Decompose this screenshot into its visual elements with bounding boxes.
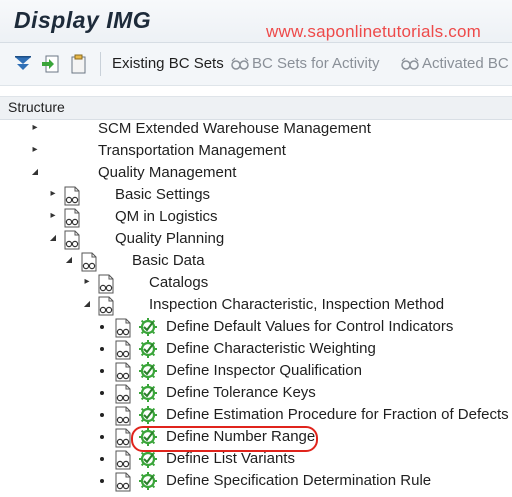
tree-node[interactable]: ◢ Quality Management xyxy=(0,162,512,184)
tree-node-label: Define List Variants xyxy=(166,450,295,467)
tree-node-label: Define Default Values for Control Indica… xyxy=(166,318,454,335)
tree-node-label: SCM Extended Warehouse Management xyxy=(98,120,371,137)
img-doc-icon[interactable] xyxy=(113,362,133,382)
page-title: Display IMG xyxy=(14,7,152,33)
existing-bc-sets-button[interactable]: Existing BC Sets xyxy=(112,55,224,72)
expand-arrow-icon[interactable]: ▸ xyxy=(30,123,40,133)
tree-node-label: Quality Planning xyxy=(115,230,225,247)
img-doc-icon[interactable] xyxy=(113,428,133,448)
img-doc-icon[interactable] xyxy=(96,296,116,316)
tree-node[interactable]: ▸ Catalogs xyxy=(0,272,512,294)
collapse-arrow-icon[interactable]: ◢ xyxy=(30,167,40,177)
execute-icon[interactable] xyxy=(138,383,158,403)
expand-arrow-icon[interactable]: ▸ xyxy=(48,211,58,221)
img-doc-icon[interactable] xyxy=(113,318,133,338)
expand-arrow-icon[interactable]: ▸ xyxy=(48,189,58,199)
leaf-bullet xyxy=(100,369,104,373)
tree-node-label: Quality Management xyxy=(98,164,237,181)
tree-node[interactable]: ◢ Inspection Characteristic, Inspection M… xyxy=(0,294,512,316)
collapse-arrow-icon[interactable]: ◢ xyxy=(82,299,92,309)
tree-node[interactable]: ◢ Basic Data xyxy=(0,250,512,272)
bc-sets-for-activity-label: BC Sets for Activity xyxy=(252,55,380,72)
tree-node[interactable]: ◢ Quality Planning xyxy=(0,228,512,250)
tree-node-label: Define Tolerance Keys xyxy=(166,384,316,401)
tree-node-label: Transportation Management xyxy=(98,142,286,159)
execute-icon[interactable] xyxy=(138,339,158,359)
tree-node-label: Define Estimation Procedure for Fraction… xyxy=(166,406,509,423)
img-doc-icon[interactable] xyxy=(96,274,116,294)
img-doc-icon[interactable] xyxy=(62,230,82,250)
leaf-bullet xyxy=(100,457,104,461)
application-toolbar: Existing BC Sets BC Sets for Activity Ac… xyxy=(0,43,512,86)
tree-node-label: Catalogs xyxy=(149,274,209,291)
tree-node[interactable]: ▸ SCM Extended Warehouse Management xyxy=(0,118,512,140)
tree-node[interactable]: ▸ Basic Settings xyxy=(0,184,512,206)
tree-node[interactable]: Define Specification Determination Rule xyxy=(0,470,512,492)
clipboard-icon[interactable] xyxy=(68,53,90,75)
execute-icon[interactable] xyxy=(138,405,158,425)
tree-node[interactable]: Define Estimation Procedure for Fraction… xyxy=(0,404,512,426)
tree-node-label: Define Inspector Qualification xyxy=(166,362,362,379)
existing-bc-sets-label: Existing BC Sets xyxy=(112,55,224,72)
execute-icon[interactable] xyxy=(138,471,158,491)
tree-node-label: Basic Settings xyxy=(115,186,211,203)
img-doc-icon[interactable] xyxy=(113,384,133,404)
collapse-arrow-icon[interactable]: ◢ xyxy=(64,255,74,265)
highlight-circle xyxy=(131,426,318,452)
tree-node-label: QM in Logistics xyxy=(115,208,218,225)
img-doc-icon[interactable] xyxy=(113,406,133,426)
bc-sets-for-activity-button[interactable]: BC Sets for Activity xyxy=(230,55,380,72)
leaf-bullet xyxy=(100,479,104,483)
title-bar: Display IMG www.saponlinetutorials.com xyxy=(0,0,512,43)
structure-column-header: Structure xyxy=(0,96,512,120)
tree-node-label: Inspection Characteristic, Inspection Me… xyxy=(149,296,445,313)
tree-node-label: Define Characteristic Weighting xyxy=(166,340,376,357)
execute-icon[interactable] xyxy=(138,317,158,337)
leaf-bullet xyxy=(100,391,104,395)
tree-node[interactable]: ▸ Transportation Management xyxy=(0,140,512,162)
activated-bc-label: Activated BC xyxy=(422,55,509,72)
glasses-icon xyxy=(231,57,249,70)
toolbar-separator xyxy=(100,52,101,76)
glasses-icon xyxy=(401,57,419,70)
img-doc-icon[interactable] xyxy=(113,472,133,492)
img-doc-icon[interactable] xyxy=(62,186,82,206)
collapse-arrow-icon[interactable]: ◢ xyxy=(48,233,58,243)
leaf-bullet xyxy=(100,435,104,439)
img-doc-icon[interactable] xyxy=(79,252,99,272)
img-doc-icon[interactable] xyxy=(113,340,133,360)
tree-node-label: Define Specification Determination Rule xyxy=(166,472,432,489)
leaf-bullet xyxy=(100,413,104,417)
activated-bc-button[interactable]: Activated BC xyxy=(400,55,509,72)
img-doc-icon[interactable] xyxy=(113,450,133,470)
watermark: www.saponlinetutorials.com xyxy=(266,22,481,41)
leaf-bullet xyxy=(100,325,104,329)
structure-header-label: Structure xyxy=(8,99,65,115)
img-doc-icon[interactable] xyxy=(62,208,82,228)
expand-arrow-icon[interactable]: ▸ xyxy=(82,277,92,287)
tree-node[interactable]: Define Default Values for Control Indica… xyxy=(0,316,512,338)
leaf-bullet xyxy=(100,347,104,351)
tree-node[interactable]: Define Tolerance Keys xyxy=(0,382,512,404)
hierarchy-filter-icon[interactable] xyxy=(12,53,34,75)
tree-node[interactable]: ▸ QM in Logistics xyxy=(0,206,512,228)
export-icon[interactable] xyxy=(40,53,62,75)
execute-icon[interactable] xyxy=(138,449,158,469)
expand-arrow-icon[interactable]: ▸ xyxy=(30,145,40,155)
execute-icon[interactable] xyxy=(138,361,158,381)
tree-node[interactable]: Define Inspector Qualification xyxy=(0,360,512,382)
tree-node[interactable]: Define Characteristic Weighting xyxy=(0,338,512,360)
tree-node-label: Basic Data xyxy=(132,252,205,269)
